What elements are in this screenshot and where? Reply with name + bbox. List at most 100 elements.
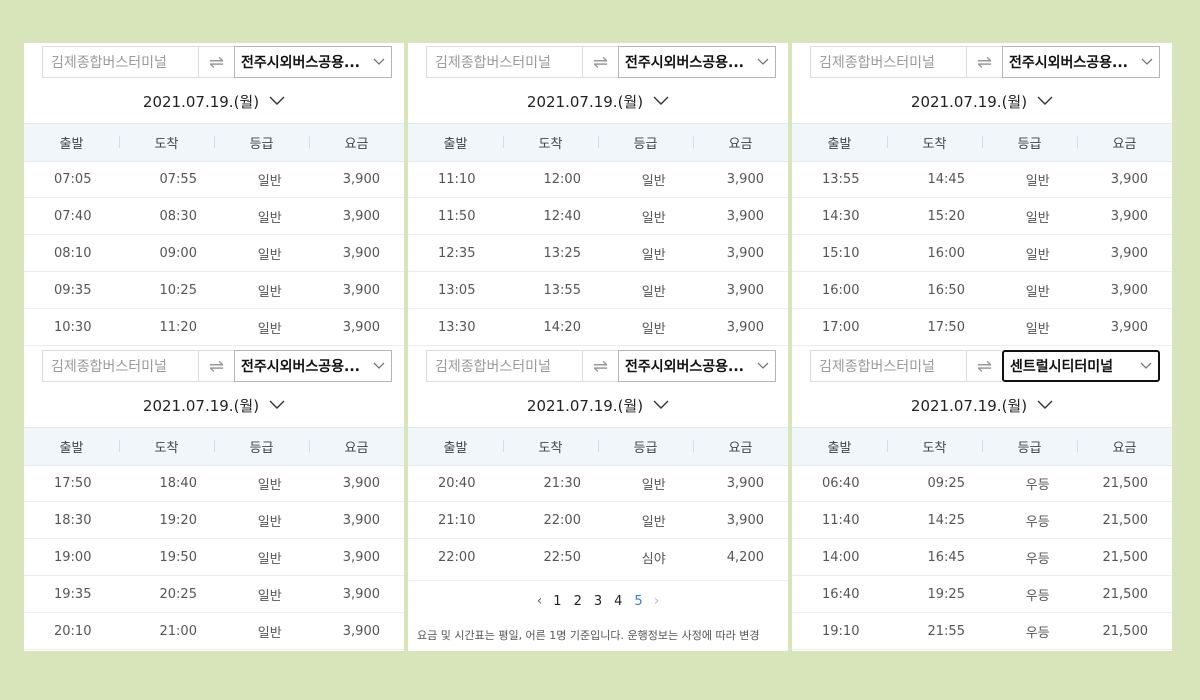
table-row[interactable]: 20:40 21:30 일반 3,900	[408, 465, 788, 502]
next-page-icon[interactable]: ›	[654, 593, 660, 609]
route-search-bar: 김제종합버스터미널 ⇌ 전주시외버스공용...	[426, 350, 776, 382]
table-row[interactable]: 13:30 14:20 일반 3,900	[408, 309, 788, 346]
destination-select[interactable]: 전주시외버스공용...	[618, 350, 776, 382]
date-selector[interactable]: 2021.07.19.(월)	[792, 90, 1172, 112]
fare: 3,900	[342, 623, 380, 639]
bus-grade: 일반	[257, 625, 282, 641]
fare: 3,900	[726, 319, 764, 335]
arrival-time: 20:25	[159, 586, 197, 602]
bus-grade: 일반	[1025, 321, 1050, 337]
swap-arrows-icon[interactable]: ⇌	[199, 350, 234, 382]
table-row[interactable]: 14:00 16:45 우등 21,500	[792, 539, 1172, 576]
arrival-time: 11:20	[159, 319, 197, 335]
arrival-time: 13:25	[543, 245, 581, 261]
table-row[interactable]: 11:50 12:40 일반 3,900	[408, 198, 788, 235]
table-row[interactable]: 15:10 16:00 일반 3,900	[792, 235, 1172, 272]
bus-grade: 우등	[1025, 551, 1050, 567]
table-row[interactable]: 19:35 20:25 일반 3,900	[24, 576, 404, 613]
table-row[interactable]: 09:35 10:25 일반 3,900	[24, 272, 404, 309]
origin-input[interactable]: 김제종합버스터미널	[810, 350, 967, 382]
arrival-time: 10:25	[159, 282, 197, 298]
table-header: 출발 도착 등급 요금	[24, 427, 404, 466]
table-row[interactable]: 16:40 19:25 우등 21,500	[792, 576, 1172, 613]
schedule-rows: 07:05 07:55 일반 3,900 07:40 08:30 일반 3,900 08:1…	[24, 161, 404, 346]
arrival-time: 09:00	[159, 245, 197, 261]
page-4[interactable]: 4	[613, 594, 623, 609]
fare: 3,900	[342, 208, 380, 224]
date-selector[interactable]: 2021.07.19.(월)	[408, 394, 788, 416]
fare: 3,900	[1110, 319, 1148, 335]
table-row[interactable]: 19:10 21:55 우등 21,500	[792, 613, 1172, 650]
table-header: 출발 도착 등급 요금	[408, 427, 788, 466]
swap-arrows-icon[interactable]: ⇌	[199, 46, 234, 78]
origin-input[interactable]: 김제종합버스터미널	[42, 350, 199, 382]
departure-time: 09:35	[54, 282, 92, 298]
page-2[interactable]: 2	[573, 594, 583, 609]
swap-arrows-icon[interactable]: ⇌	[583, 350, 618, 382]
origin-input[interactable]: 김제종합버스터미널	[810, 46, 967, 78]
page-1[interactable]: 1	[552, 594, 562, 609]
destination-select[interactable]: 전주시외버스공용...	[1002, 46, 1160, 78]
bus-grade: 우등	[1025, 514, 1050, 530]
destination-value: 전주시외버스공용...	[625, 359, 744, 375]
table-row[interactable]: 22:00 22:50 심야 4,200	[408, 539, 788, 575]
bus-grade: 우등	[1025, 477, 1050, 493]
prev-page-icon[interactable]: ‹	[537, 593, 543, 609]
table-row[interactable]: 11:40 14:25 우등 21,500	[792, 502, 1172, 539]
departure-time: 16:40	[822, 586, 860, 602]
table-row[interactable]: 12:35 13:25 일반 3,900	[408, 235, 788, 272]
table-row[interactable]: 17:50 18:40 일반 3,900	[24, 465, 404, 502]
table-row[interactable]: 13:05 13:55 일반 3,900	[408, 272, 788, 309]
chevron-down-icon	[653, 96, 669, 105]
date-selector[interactable]: 2021.07.19.(월)	[792, 394, 1172, 416]
bus-grade: 심야	[641, 551, 666, 567]
swap-arrows-icon[interactable]: ⇌	[583, 46, 618, 78]
origin-input[interactable]: 김제종합버스터미널	[426, 46, 583, 78]
table-row[interactable]: 21:10 22:00 일반 3,900	[408, 502, 788, 539]
origin-input[interactable]: 김제종합버스터미널	[426, 350, 583, 382]
table-row[interactable]: 14:30 15:20 일반 3,900	[792, 198, 1172, 235]
chevron-down-icon	[373, 58, 385, 65]
destination-select[interactable]: 전주시외버스공용...	[618, 46, 776, 78]
table-row[interactable]: 11:10 12:00 일반 3,900	[408, 161, 788, 198]
origin-input[interactable]: 김제종합버스터미널	[42, 46, 199, 78]
date-selector[interactable]: 2021.07.19.(월)	[24, 90, 404, 112]
swap-arrows-icon[interactable]: ⇌	[967, 350, 1002, 382]
header-fare: 요금	[693, 437, 788, 456]
table-row[interactable]: 08:10 09:00 일반 3,900	[24, 235, 404, 272]
destination-select[interactable]: 센트럴시티터미널	[1002, 350, 1160, 382]
header-arrival: 도착	[503, 133, 598, 152]
destination-select[interactable]: 전주시외버스공용...	[234, 350, 392, 382]
header-departure: 출발	[827, 441, 852, 456]
table-row[interactable]: 17:00 17:50 일반 3,900	[792, 309, 1172, 346]
page-3[interactable]: 3	[593, 594, 603, 609]
table-row[interactable]: 20:10 21:00 일반 3,900	[24, 613, 404, 650]
route-search-bar: 김제종합버스터미널 ⇌ 전주시외버스공용...	[426, 46, 776, 78]
date-selector[interactable]: 2021.07.19.(월)	[24, 394, 404, 416]
arrival-time: 22:50	[543, 549, 581, 565]
arrival-time: 16:00	[927, 245, 965, 261]
arrival-time: 19:50	[159, 549, 197, 565]
table-row[interactable]: 13:55 14:45 일반 3,900	[792, 161, 1172, 198]
bus-grade: 일반	[257, 514, 282, 530]
bus-grade: 일반	[257, 284, 282, 300]
departure-time: 14:30	[822, 208, 860, 224]
table-row[interactable]: 07:40 08:30 일반 3,900	[24, 198, 404, 235]
date-selector[interactable]: 2021.07.19.(월)	[408, 90, 788, 112]
page-5-current[interactable]: 5	[633, 594, 643, 609]
fare: 3,900	[1110, 208, 1148, 224]
table-row[interactable]: 06:40 09:25 우등 21,500	[792, 465, 1172, 502]
swap-arrows-icon[interactable]: ⇌	[967, 46, 1002, 78]
arrival-time: 14:20	[543, 319, 581, 335]
arrival-time: 09:25	[927, 475, 965, 491]
destination-select[interactable]: 전주시외버스공용...	[234, 46, 392, 78]
header-departure: 출발	[443, 441, 468, 456]
table-row[interactable]: 18:30 19:20 일반 3,900	[24, 502, 404, 539]
arrival-time: 19:25	[927, 586, 965, 602]
header-fare: 요금	[309, 133, 404, 152]
table-row[interactable]: 10:30 11:20 일반 3,900	[24, 309, 404, 346]
table-row[interactable]: 19:00 19:50 일반 3,900	[24, 539, 404, 576]
table-row[interactable]: 07:05 07:55 일반 3,900	[24, 161, 404, 198]
arrival-time: 08:30	[159, 208, 197, 224]
table-row[interactable]: 16:00 16:50 일반 3,900	[792, 272, 1172, 309]
